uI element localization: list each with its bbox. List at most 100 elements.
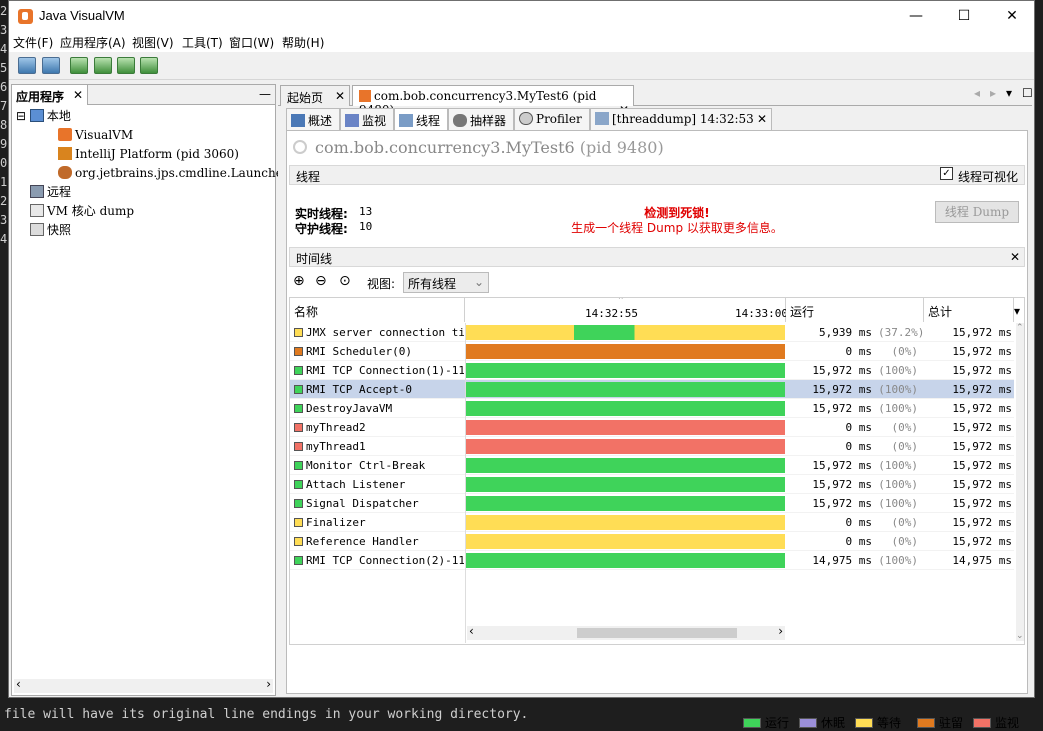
tab-list-icon[interactable]: ▾: [1006, 86, 1012, 100]
column-running-header[interactable]: 运行: [786, 298, 924, 322]
table-row[interactable]: RMI Scheduler(0) 0 ms (0%) 15,972 ms: [290, 342, 1014, 361]
column-timeline-header[interactable]: ⌃ 14:32:55 14:33:00: [465, 297, 788, 322]
legend-label: 驻留: [939, 716, 964, 730]
thread-timeline-bar: [465, 496, 785, 511]
scroll-left-icon[interactable]: ‹: [16, 677, 21, 691]
timeline-horizontal-scrollbar[interactable]: ‹ ›: [467, 624, 785, 640]
zoom-out-icon[interactable]: ⊖: [315, 273, 327, 289]
thread-running-percent: (0%): [891, 535, 919, 548]
thread-running-percent: (100%): [878, 402, 918, 415]
table-row[interactable]: Reference Handler 0 ms (0%) 15,972 ms: [290, 532, 1014, 551]
maximize-pane-icon[interactable]: ☐: [1022, 86, 1033, 100]
minimize-pane-icon[interactable]: —: [259, 87, 271, 101]
terminal-text: file will have its original line endings…: [4, 707, 529, 722]
tab-threads[interactable]: 线程: [394, 108, 448, 130]
scroll-right-icon[interactable]: ›: [266, 677, 271, 691]
tree-node-intellij[interactable]: IntelliJ Platform (pid 3060): [58, 145, 239, 164]
thread-total-time: 15,972 ms: [952, 440, 1012, 453]
tree-horizontal-scrollbar[interactable]: ‹ ›: [14, 677, 273, 693]
marker-icon: ⌃: [617, 297, 625, 306]
zoom-fit-icon[interactable]: ⊙: [339, 273, 351, 289]
app-name: com.bob.concurrency3.MyTest6: [315, 138, 575, 157]
close-icon[interactable]: ✕: [1010, 250, 1020, 264]
column-total-header[interactable]: 总计: [924, 298, 1014, 322]
tree-node-remote[interactable]: 远程: [30, 183, 71, 202]
tab-scroll-left-icon[interactable]: ◂: [974, 86, 980, 100]
menu-view[interactable]: 视图(V): [132, 34, 174, 51]
scroll-up-icon[interactable]: ⌃: [1016, 323, 1024, 333]
close-icon[interactable]: ✕: [757, 112, 767, 126]
table-row[interactable]: myThread2 0 ms (0%) 15,972 ms: [290, 418, 1014, 437]
tree-node-snapshots[interactable]: 快照: [30, 221, 71, 240]
add-jmx-connection-icon[interactable]: [70, 57, 88, 74]
table-row[interactable]: Attach Listener 15,972 ms (100%) 15,972 ms: [290, 475, 1014, 494]
scrollbar-thumb[interactable]: [577, 628, 737, 638]
menu-help[interactable]: 帮助(H): [282, 34, 324, 51]
thread-timeline-bar: [465, 515, 785, 530]
table-row[interactable]: DestroyJavaVM 15,972 ms (100%) 15,972 ms: [290, 399, 1014, 418]
load-snapshot-icon[interactable]: [18, 57, 36, 74]
table-row[interactable]: RMI TCP Connection(1)-11.24 15,972 ms (100…: [290, 361, 1014, 380]
scroll-right-icon[interactable]: ›: [778, 624, 783, 638]
table-row[interactable]: Monitor Ctrl-Break 15,972 ms (100%) 15,972 …: [290, 456, 1014, 475]
thread-name: RMI TCP Connection(1)-11.24: [306, 364, 464, 377]
tab-label: 监视: [362, 114, 387, 128]
table-row[interactable]: JMX server connection timeout 5,939 ms (37…: [290, 323, 1014, 342]
scroll-left-icon[interactable]: ‹: [469, 624, 474, 638]
menu-tools[interactable]: 工具(T): [182, 34, 223, 51]
table-row[interactable]: Signal Dispatcher 15,972 ms (100%) 15,972 m…: [290, 494, 1014, 513]
tree-node-visualvm[interactable]: VisualVM: [58, 126, 133, 145]
add-vm-coredump-icon[interactable]: [117, 57, 135, 74]
tab-monitor[interactable]: 监视: [340, 108, 394, 130]
menu-applications[interactable]: 应用程序(A): [60, 34, 126, 51]
maximize-button[interactable]: ☐: [941, 1, 987, 32]
table-row[interactable]: RMI TCP Connection(2)-11.24 14,975 ms (100…: [290, 551, 1014, 570]
table-row[interactable]: myThread1 0 ms (0%) 15,972 ms: [290, 437, 1014, 456]
menu-window[interactable]: 窗口(W): [229, 34, 274, 51]
visualize-checkbox[interactable]: ✓: [940, 167, 953, 180]
add-remote-host-icon[interactable]: [94, 57, 112, 74]
terminal-line-number: 9: [0, 137, 8, 151]
tree-node-local[interactable]: ⊟ 本地: [16, 107, 71, 126]
table-row[interactable]: Finalizer 0 ms (0%) 15,972 ms: [290, 513, 1014, 532]
tab-application[interactable]: com.bob.concurrency3.MyTest6 (pid 9480)✕: [352, 85, 634, 117]
scroll-down-icon[interactable]: ⌄: [1016, 631, 1024, 641]
view-select[interactable]: 所有线程 ⌄: [403, 272, 489, 293]
applications-tab[interactable]: 应用程序 ✕: [12, 85, 88, 105]
menu-file[interactable]: 文件(F): [13, 34, 53, 51]
applications-tab-label: 应用程序: [16, 90, 65, 104]
threaddump-icon: [595, 112, 609, 125]
thread-running-percent: (100%): [878, 478, 918, 491]
tab-scroll-right-icon[interactable]: ▸: [990, 86, 996, 100]
thread-timeline-bar: [465, 401, 785, 416]
close-button[interactable]: ✕: [989, 1, 1035, 32]
legend-label: 等待: [877, 716, 902, 730]
tree-label: VisualVM: [75, 128, 134, 142]
tab-profiler[interactable]: Profiler: [514, 108, 590, 130]
close-icon[interactable]: ✕: [335, 89, 345, 103]
thread-name: RMI TCP Connection(2)-11.24: [306, 554, 464, 567]
column-name-header[interactable]: 名称: [290, 298, 465, 322]
thread-running-time: 0 ms: [845, 535, 873, 548]
thread-running-time: 5,939 ms: [819, 326, 872, 339]
tab-threaddump[interactable]: [threaddump] 14:32:53 ✕: [590, 108, 772, 130]
tree-node-launcher[interactable]: org.jetbrains.jps.cmdline.Launcher: [58, 164, 289, 183]
tab-overview[interactable]: 概述: [286, 108, 340, 130]
load-coredump-icon[interactable]: [42, 57, 60, 74]
thread-state-swatch: [294, 499, 303, 508]
add-snapshot-icon[interactable]: [140, 57, 158, 74]
close-icon[interactable]: ✕: [73, 88, 83, 102]
minimize-button[interactable]: —: [893, 1, 939, 32]
thread-total-time: 15,972 ms: [952, 383, 1012, 396]
zoom-in-icon[interactable]: ⊕: [293, 273, 305, 289]
tree-node-coredump[interactable]: VM 核心 dump: [30, 202, 134, 221]
table-row[interactable]: RMI TCP Accept-0 15,972 ms (100%) 15,972 ms: [290, 380, 1014, 399]
collapse-icon[interactable]: ⊟: [16, 109, 26, 123]
tab-sampler[interactable]: 抽样器: [448, 108, 514, 130]
thread-dump-button[interactable]: 线程 Dump: [935, 201, 1019, 223]
column-menu-icon[interactable]: ▾: [1014, 298, 1024, 322]
tab-start-page[interactable]: 起始页 ✕: [280, 85, 350, 106]
timeline-toolbar: ⊕ ⊖ ⊙ 视图: 所有线程 ⌄: [291, 271, 1021, 293]
thread-rows: JMX server connection timeout 5,939 ms (37…: [290, 323, 1014, 623]
vertical-scrollbar[interactable]: ⌃ ⌄: [1016, 323, 1024, 641]
